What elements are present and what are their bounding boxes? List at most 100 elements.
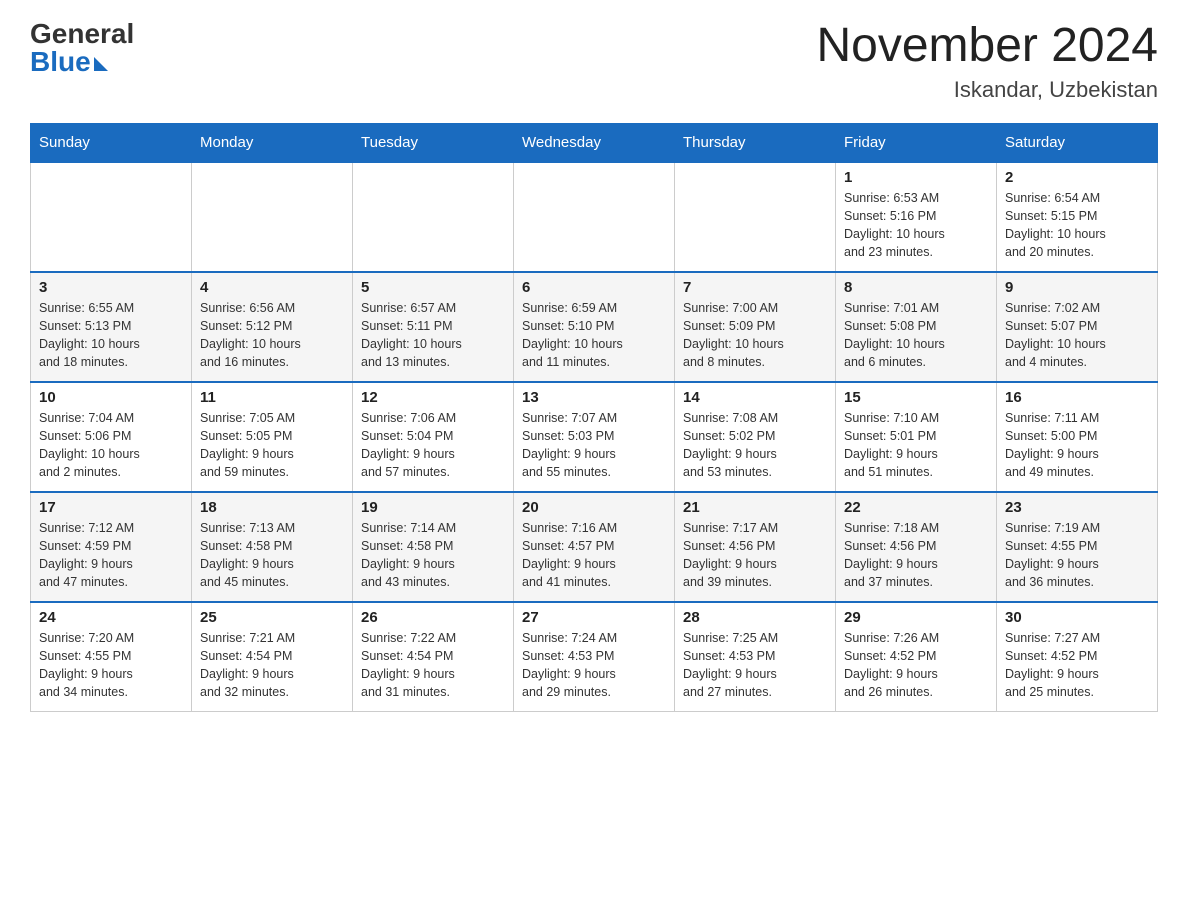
- day-number: 5: [361, 279, 505, 296]
- header-saturday: Saturday: [997, 123, 1158, 162]
- day-number: 15: [844, 389, 988, 406]
- title-section: November 2024 Iskandar, Uzbekistan: [816, 20, 1158, 103]
- day-info: Sunrise: 7:10 AMSunset: 5:01 PMDaylight:…: [844, 409, 988, 482]
- day-info: Sunrise: 7:27 AMSunset: 4:52 PMDaylight:…: [1005, 629, 1149, 702]
- day-number: 29: [844, 609, 988, 626]
- day-number: 18: [200, 499, 344, 516]
- header-monday: Monday: [192, 123, 353, 162]
- day-info: Sunrise: 7:18 AMSunset: 4:56 PMDaylight:…: [844, 519, 988, 592]
- calendar-table: Sunday Monday Tuesday Wednesday Thursday…: [30, 123, 1158, 713]
- calendar-cell: 22 Sunrise: 7:18 AMSunset: 4:56 PMDayligh…: [836, 492, 997, 602]
- calendar-cell: 28 Sunrise: 7:25 AMSunset: 4:53 PMDayligh…: [675, 602, 836, 712]
- logo-blue-text: Blue: [30, 48, 91, 76]
- calendar-cell: 19Sunrise: 7:14 AMSunset: 4:58 PMDayligh…: [353, 492, 514, 602]
- calendar-cell: 2Sunrise: 6:54 AMSunset: 5:15 PMDaylight…: [997, 162, 1158, 272]
- calendar-cell: 23 Sunrise: 7:19 AMSunset: 4:55 PMDayligh…: [997, 492, 1158, 602]
- day-info: Sunrise: 7:05 AMSunset: 5:05 PMDaylight:…: [200, 409, 344, 482]
- day-info: Sunrise: 7:04 AMSunset: 5:06 PMDaylight:…: [39, 409, 183, 482]
- week-row-1: 1 Sunrise: 6:53 AMSunset: 5:16 PMDaylight…: [31, 162, 1158, 272]
- day-info: Sunrise: 6:57 AMSunset: 5:11 PMDaylight:…: [361, 299, 505, 372]
- day-info: Sunrise: 7:16 AMSunset: 4:57 PMDaylight:…: [522, 519, 666, 592]
- week-row-4: 17 Sunrise: 7:12 AMSunset: 4:59 PMDayligh…: [31, 492, 1158, 602]
- calendar-cell: 10 Sunrise: 7:04 AMSunset: 5:06 PMDayligh…: [31, 382, 192, 492]
- calendar-cell: 20 Sunrise: 7:16 AMSunset: 4:57 PMDayligh…: [514, 492, 675, 602]
- calendar-cell: 25 Sunrise: 7:21 AMSunset: 4:54 PMDayligh…: [192, 602, 353, 712]
- calendar-cell: [514, 162, 675, 272]
- calendar-cell: 18 Sunrise: 7:13 AMSunset: 4:58 PMDayligh…: [192, 492, 353, 602]
- location-subtitle: Iskandar, Uzbekistan: [816, 77, 1158, 103]
- day-number: 17: [39, 499, 183, 516]
- day-info: Sunrise: 6:55 AMSunset: 5:13 PMDaylight:…: [39, 299, 183, 372]
- day-number: 26: [361, 609, 505, 626]
- header-tuesday: Tuesday: [353, 123, 514, 162]
- calendar-cell: 12 Sunrise: 7:06 AMSunset: 5:04 PMDayligh…: [353, 382, 514, 492]
- calendar-cell: 13Sunrise: 7:07 AMSunset: 5:03 PMDayligh…: [514, 382, 675, 492]
- calendar-cell: 11 Sunrise: 7:05 AMSunset: 5:05 PMDayligh…: [192, 382, 353, 492]
- day-number: 21: [683, 499, 827, 516]
- day-info: Sunrise: 7:12 AMSunset: 4:59 PMDaylight:…: [39, 519, 183, 592]
- day-number: 8: [844, 279, 988, 296]
- day-info: Sunrise: 7:19 AMSunset: 4:55 PMDaylight:…: [1005, 519, 1149, 592]
- day-number: 19: [361, 499, 505, 516]
- header-friday: Friday: [836, 123, 997, 162]
- calendar-cell: 15 Sunrise: 7:10 AMSunset: 5:01 PMDayligh…: [836, 382, 997, 492]
- day-number: 6: [522, 279, 666, 296]
- day-number: 27: [522, 609, 666, 626]
- day-info: Sunrise: 7:17 AMSunset: 4:56 PMDaylight:…: [683, 519, 827, 592]
- month-year-title: November 2024: [816, 20, 1158, 73]
- calendar-cell: 3 Sunrise: 6:55 AMSunset: 5:13 PMDaylight…: [31, 272, 192, 382]
- day-number: 4: [200, 279, 344, 296]
- calendar-cell: 30 Sunrise: 7:27 AMSunset: 4:52 PMDayligh…: [997, 602, 1158, 712]
- day-number: 20: [522, 499, 666, 516]
- day-number: 13: [522, 389, 666, 406]
- day-info: Sunrise: 7:24 AMSunset: 4:53 PMDaylight:…: [522, 629, 666, 702]
- day-info: Sunrise: 7:01 AMSunset: 5:08 PMDaylight:…: [844, 299, 988, 372]
- day-number: 3: [39, 279, 183, 296]
- calendar-cell: 8 Sunrise: 7:01 AMSunset: 5:08 PMDaylight…: [836, 272, 997, 382]
- day-number: 23: [1005, 499, 1149, 516]
- day-number: 28: [683, 609, 827, 626]
- day-number: 1: [844, 169, 988, 186]
- day-number: 12: [361, 389, 505, 406]
- day-number: 14: [683, 389, 827, 406]
- week-row-3: 10 Sunrise: 7:04 AMSunset: 5:06 PMDayligh…: [31, 382, 1158, 492]
- calendar-cell: 24Sunrise: 7:20 AMSunset: 4:55 PMDayligh…: [31, 602, 192, 712]
- page-header: General Blue November 2024 Iskandar, Uzb…: [30, 20, 1158, 103]
- day-info: Sunrise: 7:11 AMSunset: 5:00 PMDaylight:…: [1005, 409, 1149, 482]
- day-info: Sunrise: 7:06 AMSunset: 5:04 PMDaylight:…: [361, 409, 505, 482]
- day-number: 7: [683, 279, 827, 296]
- day-info: Sunrise: 6:53 AMSunset: 5:16 PMDaylight:…: [844, 189, 988, 262]
- day-number: 22: [844, 499, 988, 516]
- day-number: 30: [1005, 609, 1149, 626]
- calendar-cell: 26 Sunrise: 7:22 AMSunset: 4:54 PMDayligh…: [353, 602, 514, 712]
- day-info: Sunrise: 7:21 AMSunset: 4:54 PMDaylight:…: [200, 629, 344, 702]
- calendar-cell: 5 Sunrise: 6:57 AMSunset: 5:11 PMDaylight…: [353, 272, 514, 382]
- day-number: 2: [1005, 169, 1149, 186]
- week-row-2: 3 Sunrise: 6:55 AMSunset: 5:13 PMDaylight…: [31, 272, 1158, 382]
- day-number: 24: [39, 609, 183, 626]
- calendar-cell: [353, 162, 514, 272]
- calendar-cell: 9Sunrise: 7:02 AMSunset: 5:07 PMDaylight…: [997, 272, 1158, 382]
- day-info: Sunrise: 7:13 AMSunset: 4:58 PMDaylight:…: [200, 519, 344, 592]
- logo-triangle-icon: [94, 57, 108, 71]
- calendar-cell: 29Sunrise: 7:26 AMSunset: 4:52 PMDayligh…: [836, 602, 997, 712]
- day-info: Sunrise: 6:56 AMSunset: 5:12 PMDaylight:…: [200, 299, 344, 372]
- calendar-cell: 14Sunrise: 7:08 AMSunset: 5:02 PMDayligh…: [675, 382, 836, 492]
- day-info: Sunrise: 7:22 AMSunset: 4:54 PMDaylight:…: [361, 629, 505, 702]
- calendar-cell: [192, 162, 353, 272]
- header-thursday: Thursday: [675, 123, 836, 162]
- day-number: 25: [200, 609, 344, 626]
- calendar-cell: [31, 162, 192, 272]
- header-sunday: Sunday: [31, 123, 192, 162]
- calendar-cell: 16Sunrise: 7:11 AMSunset: 5:00 PMDayligh…: [997, 382, 1158, 492]
- calendar-cell: 7 Sunrise: 7:00 AMSunset: 5:09 PMDaylight…: [675, 272, 836, 382]
- day-info: Sunrise: 7:25 AMSunset: 4:53 PMDaylight:…: [683, 629, 827, 702]
- day-number: 9: [1005, 279, 1149, 296]
- calendar-cell: 1 Sunrise: 6:53 AMSunset: 5:16 PMDaylight…: [836, 162, 997, 272]
- day-number: 10: [39, 389, 183, 406]
- header-wednesday: Wednesday: [514, 123, 675, 162]
- day-info: Sunrise: 7:00 AMSunset: 5:09 PMDaylight:…: [683, 299, 827, 372]
- week-row-5: 24Sunrise: 7:20 AMSunset: 4:55 PMDayligh…: [31, 602, 1158, 712]
- weekday-header-row: Sunday Monday Tuesday Wednesday Thursday…: [31, 123, 1158, 162]
- day-number: 11: [200, 389, 344, 406]
